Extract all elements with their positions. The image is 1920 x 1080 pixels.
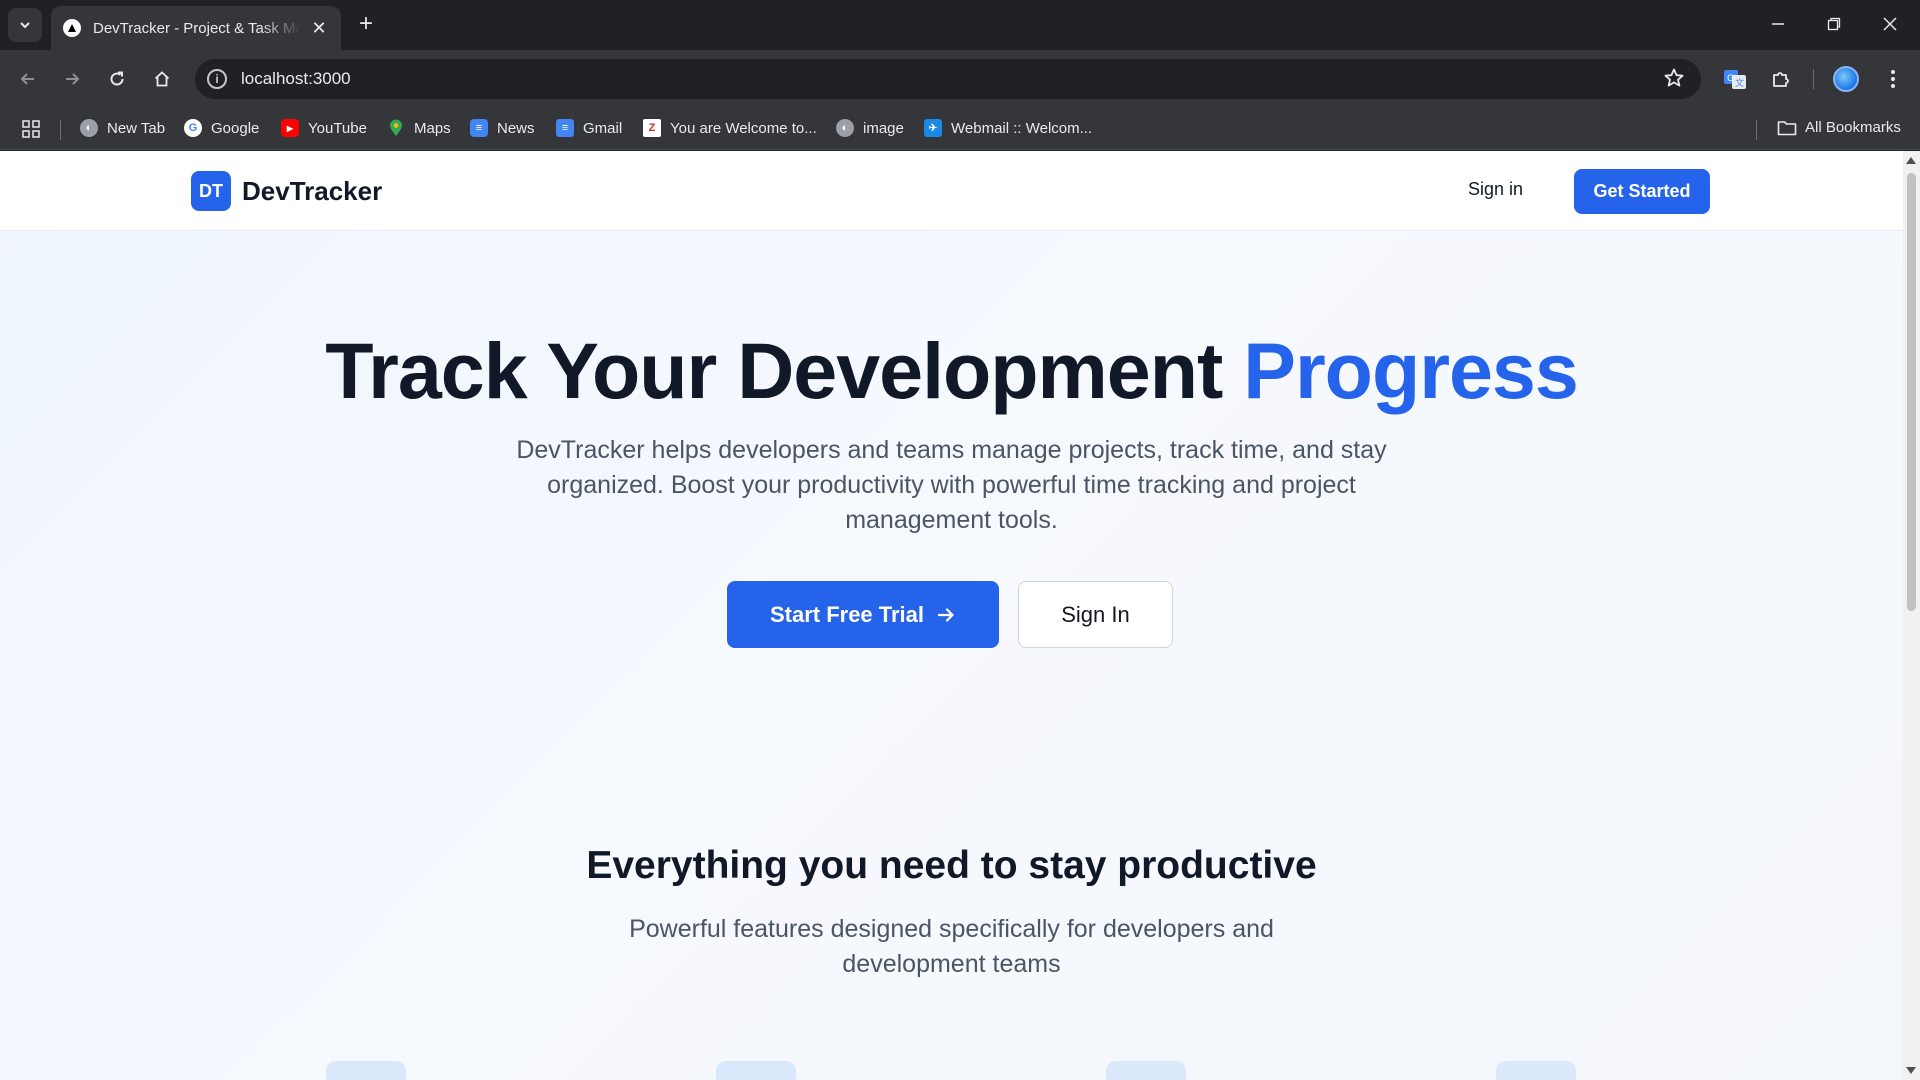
bookmark-label: image xyxy=(863,119,904,137)
new-tab-button[interactable]: + xyxy=(352,10,380,38)
close-tab-icon[interactable]: ✕ xyxy=(309,18,329,39)
scroll-thumb[interactable] xyxy=(1907,173,1916,611)
get-started-button[interactable]: Get Started xyxy=(1574,169,1710,214)
news-icon: ≡ xyxy=(470,119,488,137)
site-info-icon[interactable]: i xyxy=(207,69,227,89)
reload-icon xyxy=(110,71,124,86)
arrow-right-icon xyxy=(66,73,80,85)
reload-button[interactable] xyxy=(100,62,134,96)
home-button[interactable] xyxy=(145,62,179,96)
browser-tab[interactable]: DevTracker - Project & Task Management ✕ xyxy=(51,6,341,50)
bookmark-youtube[interactable]: ▶ YouTube xyxy=(281,119,367,137)
hero-subtitle: DevTracker helps developers and teams ma… xyxy=(516,436,1387,534)
profile-button[interactable] xyxy=(1829,62,1863,96)
chevron-down-icon xyxy=(20,22,30,29)
bookmark-label: New Tab xyxy=(107,119,166,137)
scroll-up-icon[interactable] xyxy=(1906,157,1916,164)
bookmarks-divider xyxy=(1756,120,1757,140)
page-viewport: DT DevTracker Sign in Get Started Track … xyxy=(0,151,1903,1080)
browser-menu-button[interactable] xyxy=(1876,62,1910,96)
bookmark-label: YouTube xyxy=(308,119,367,137)
site-icon: Z xyxy=(643,119,661,137)
bookmark-label: Webmail :: Welcom... xyxy=(951,119,1093,137)
tab-strip: DevTracker - Project & Task Management ✕… xyxy=(0,0,1920,50)
extensions-button[interactable] xyxy=(1764,62,1798,96)
google-translate-button[interactable]: G文 xyxy=(1718,62,1752,96)
all-bookmarks-button[interactable]: All Bookmarks xyxy=(1777,119,1901,136)
logo-text: DevTracker xyxy=(242,175,383,206)
arrow-left-icon xyxy=(20,73,34,85)
more-vertical-icon xyxy=(1891,70,1895,88)
globe-icon: ◐ xyxy=(836,119,854,137)
minimize-button[interactable] xyxy=(1758,6,1798,42)
google-icon: G xyxy=(184,119,202,137)
apps-grid-icon xyxy=(22,120,40,138)
hero-signin-button[interactable]: Sign In xyxy=(1018,581,1173,648)
bookmark-gmail[interactable]: ≡ Gmail xyxy=(556,119,622,137)
feature-icon-tile xyxy=(1106,1061,1186,1080)
hero-title-accent: Progress xyxy=(1243,326,1579,415)
restore-button[interactable] xyxy=(1814,6,1854,42)
bookmarks-bar: ◐ New Tab G Google ▶ YouTube Maps ≡ News… xyxy=(0,108,1920,150)
features-subtitle: Powerful features designed specifically … xyxy=(629,915,1274,978)
bookmark-star-icon[interactable] xyxy=(1663,67,1685,94)
tab-title: DevTracker - Project & Task Management xyxy=(93,19,301,37)
bookmark-image[interactable]: ◐ image xyxy=(836,119,904,137)
bookmark-google[interactable]: G Google xyxy=(184,119,259,137)
back-button[interactable] xyxy=(11,62,45,96)
browser-toolbar: i localhost:3000 G文 xyxy=(0,50,1920,108)
translate-icon: G文 xyxy=(1724,70,1746,89)
svg-text:G: G xyxy=(1727,74,1734,84)
close-icon xyxy=(1883,17,1897,31)
bookmark-maps[interactable]: Maps xyxy=(387,119,451,137)
logo-badge: DT xyxy=(191,171,231,211)
minimize-icon xyxy=(1772,23,1784,25)
webmail-icon: ✈ xyxy=(924,119,942,137)
feature-icon-tile xyxy=(716,1061,796,1080)
bookmark-label: Gmail xyxy=(583,119,623,137)
start-free-trial-label: Start Free Trial xyxy=(769,601,925,627)
site-header: DT DevTracker Sign in Get Started xyxy=(0,151,1903,231)
bookmark-label: Google xyxy=(211,119,260,137)
feature-icon-tile xyxy=(1496,1061,1576,1080)
bookmark-news[interactable]: ≡ News xyxy=(470,119,535,137)
feature-icon-tile xyxy=(326,1061,406,1080)
features-title: Everything you need to stay productive xyxy=(586,844,1317,887)
home-icon xyxy=(154,71,170,87)
youtube-icon: ▶ xyxy=(281,119,299,137)
svg-text:文: 文 xyxy=(1735,77,1744,89)
docs-icon: ≡ xyxy=(556,119,574,137)
puzzle-icon xyxy=(1773,72,1789,87)
globe-icon: ◐ xyxy=(80,119,98,137)
header-signin-link[interactable]: Sign in xyxy=(1468,179,1523,200)
bookmarks-divider xyxy=(60,120,61,140)
bookmark-label: Maps xyxy=(414,119,451,137)
vercel-triangle-icon xyxy=(63,19,81,37)
page-scrollbar[interactable] xyxy=(1903,151,1920,1080)
arrow-right-icon xyxy=(936,605,956,625)
bookmark-webmail[interactable]: ✈ Webmail :: Welcom... xyxy=(924,119,1092,137)
maps-icon xyxy=(387,119,405,137)
restore-icon xyxy=(1827,17,1841,31)
close-window-button[interactable] xyxy=(1870,6,1910,42)
folder-icon xyxy=(1777,120,1797,135)
hero-title: Track Your Development Progress xyxy=(0,325,1903,417)
scroll-down-icon[interactable] xyxy=(1906,1067,1916,1074)
hero-title-main: Track Your Development xyxy=(325,326,1244,415)
forward-button[interactable] xyxy=(55,62,89,96)
bookmark-welcome[interactable]: Z You are Welcome to... xyxy=(643,119,817,137)
apps-button[interactable] xyxy=(22,120,40,138)
toolbar-divider xyxy=(1813,69,1814,89)
site-logo[interactable]: DT DevTracker xyxy=(191,171,382,211)
all-bookmarks-label: All Bookmarks xyxy=(1805,119,1901,136)
start-free-trial-button[interactable]: Start Free Trial xyxy=(727,581,999,648)
bookmark-label: News xyxy=(497,119,535,137)
bookmark-new-tab[interactable]: ◐ New Tab xyxy=(80,119,165,137)
bookmark-label: You are Welcome to... xyxy=(670,119,817,137)
address-bar[interactable]: i localhost:3000 xyxy=(195,59,1701,99)
avatar xyxy=(1833,66,1859,92)
url-text: localhost:3000 xyxy=(241,69,351,88)
tab-search-button[interactable] xyxy=(8,8,42,42)
